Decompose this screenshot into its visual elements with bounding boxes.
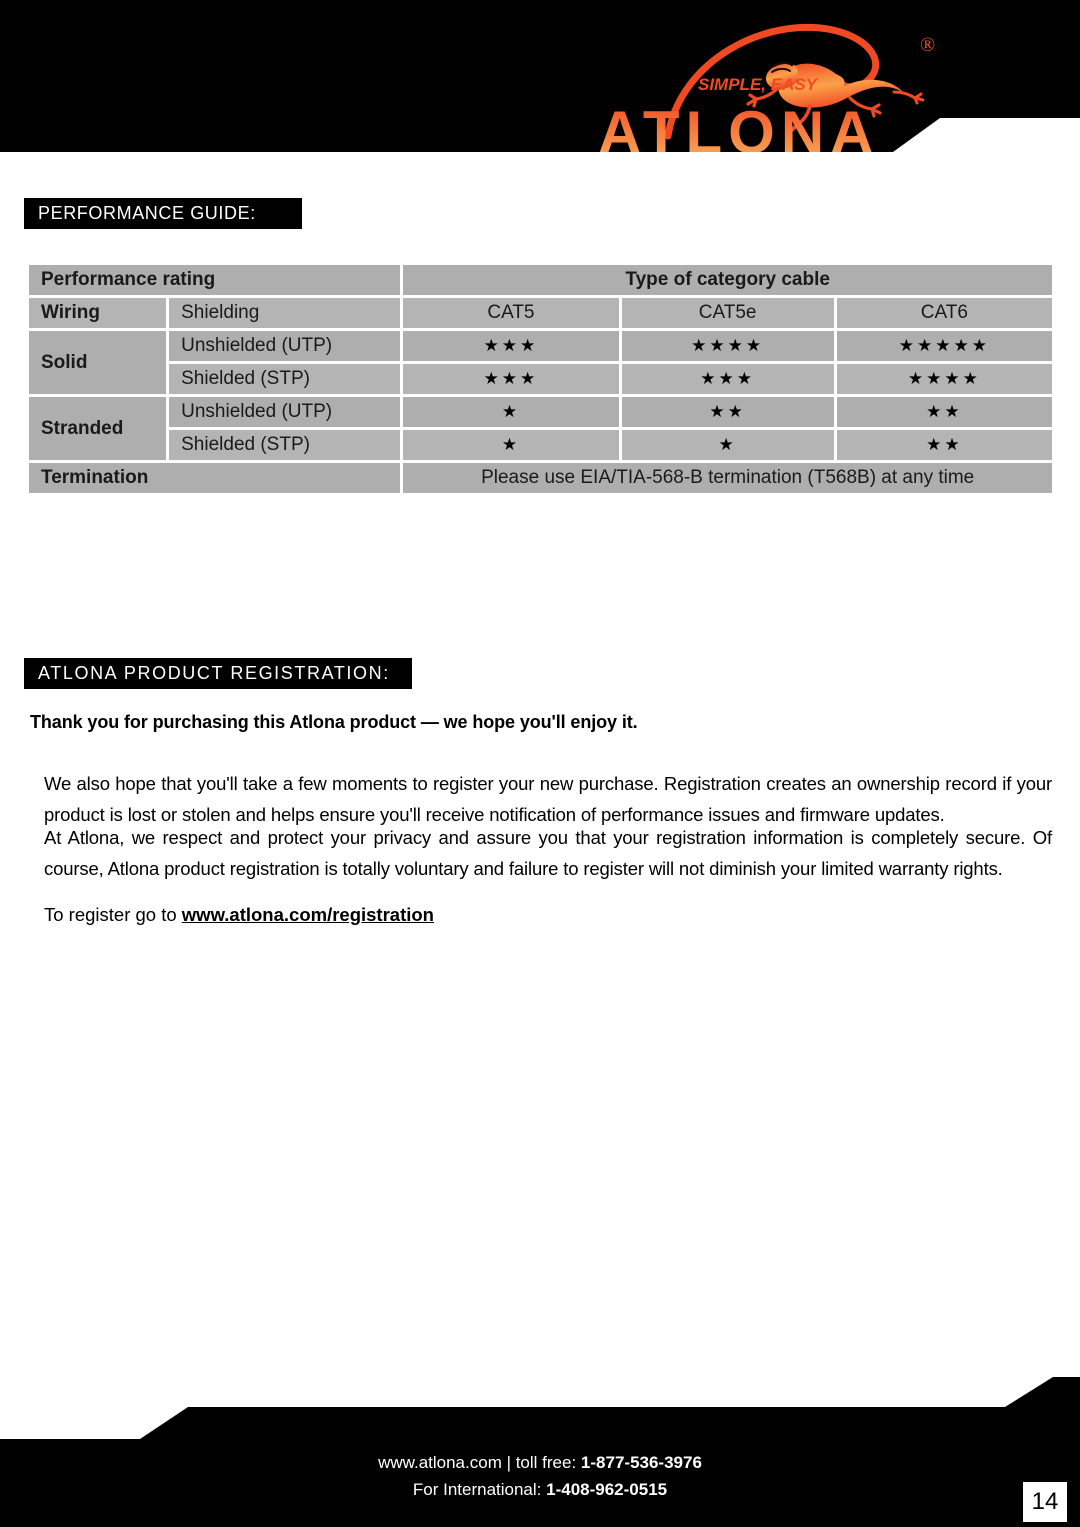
registration-url-line: To register go to www.atlona.com/registr…	[44, 904, 434, 926]
cell-termination-label: Termination	[29, 463, 401, 493]
star-rating: ★★★★	[691, 336, 765, 355]
star-rating: ★	[501, 402, 521, 421]
cell-rating-cat6: ★★★★	[836, 364, 1052, 394]
cell-rating-cat6: ★★	[836, 430, 1052, 460]
star-rating: ★	[501, 435, 521, 454]
star-rating: ★★★★★	[898, 336, 990, 355]
table-row: Shielded (STP) ★ ★ ★★	[29, 430, 1052, 460]
table-row: Termination Please use EIA/TIA-568-B ter…	[29, 463, 1052, 493]
cell-rating-cat5e: ★★	[621, 397, 834, 427]
cell-type: Unshielded (UTP)	[169, 397, 401, 427]
star-rating: ★★	[926, 435, 963, 454]
table-row: Shielded (STP) ★★★ ★★★ ★★★★	[29, 364, 1052, 394]
page-number: 14	[1023, 1482, 1067, 1522]
footer-contact-block: www.atlona.com | toll free: 1-877-536-39…	[0, 1449, 1080, 1503]
cell-type: Unshielded (UTP)	[169, 331, 401, 361]
footer-international-number: 1-408-962-0515	[546, 1480, 668, 1499]
star-rating: ★★	[709, 402, 746, 421]
cell-rating-cat5: ★★★	[403, 331, 619, 361]
cell-cat6-header: CAT6	[836, 298, 1052, 328]
registration-url-prefix: To register go to	[44, 904, 182, 925]
cell-wiring: Wiring	[29, 298, 167, 328]
cell-rating-cat5: ★★★	[403, 364, 619, 394]
logo-tagline-text: SIMPLE, EASY	[698, 75, 819, 94]
product-registration-heading: ATLONA PRODUCT REGISTRATION:	[24, 658, 412, 689]
cell-rating-cat6: ★★★★★	[836, 331, 1052, 361]
footer-line-1: www.atlona.com | toll free: 1-877-536-39…	[0, 1449, 1080, 1476]
star-rating: ★★	[926, 402, 963, 421]
registration-lede: Thank you for purchasing this Atlona pro…	[30, 712, 638, 732]
cell-rating-cat5e: ★★★★	[621, 331, 834, 361]
cell-performance-rating: Performance rating	[29, 265, 401, 295]
cell-cat5e-header: CAT5e	[621, 298, 834, 328]
performance-guide-table: Performance rating Type of category cabl…	[26, 262, 1055, 496]
footer-international-label: For International:	[412, 1480, 547, 1499]
logo-wordmark-text: ATLONA	[598, 99, 880, 152]
cell-rating-cat5: ★	[403, 430, 619, 460]
page-header-banner: SIMPLE, EASY ATLONA ®	[0, 0, 1080, 152]
star-rating: ★★★	[700, 369, 755, 388]
cell-rating-cat5e: ★	[621, 430, 834, 460]
footer-tollfree-number: 1-877-536-3976	[580, 1453, 702, 1472]
cell-cat5-header: CAT5	[403, 298, 619, 328]
star-rating: ★★★	[483, 369, 539, 388]
cell-group-stranded: Stranded	[29, 397, 167, 460]
atlona-logo: SIMPLE, EASY ATLONA	[598, 8, 988, 152]
cell-termination-value: Please use EIA/TIA-568-B termination (T5…	[403, 463, 1052, 493]
table-row: Solid Unshielded (UTP) ★★★ ★★★★ ★★★★★	[29, 331, 1052, 394]
cell-type: Shielded (STP)	[169, 364, 401, 394]
registration-paragraph-2: At Atlona, we respect and protect your p…	[44, 827, 1052, 879]
footer-line-2: For International: 1-408-962-0515	[0, 1476, 1080, 1503]
cell-rating-cat5e: ★★★	[621, 364, 834, 394]
cell-rating-cat5: ★	[403, 397, 619, 427]
registration-url-link[interactable]: www.atlona.com/registration	[182, 904, 434, 925]
table-row: Performance rating Type of category cabl…	[29, 265, 1052, 295]
star-rating: ★★★	[483, 336, 539, 355]
page-footer-banner: www.atlona.com | toll free: 1-877-536-39…	[0, 1377, 1080, 1527]
table-row: Wiring Shielding CAT5 CAT5e CAT6	[29, 298, 1052, 328]
cell-type: Shielded (STP)	[169, 430, 401, 460]
cell-rating-cat6: ★★	[836, 397, 1052, 427]
atlona-logo-svg: SIMPLE, EASY ATLONA	[598, 23, 925, 152]
performance-guide-heading: PERFORMANCE GUIDE:	[24, 198, 302, 229]
cell-category-cable: Type of category cable	[403, 265, 1052, 295]
cell-group-solid: Solid	[29, 331, 167, 394]
registered-trademark-icon: ®	[920, 34, 936, 56]
cell-shielding: Shielding	[169, 298, 401, 328]
table-row: Stranded Unshielded (UTP) ★ ★★ ★★	[29, 397, 1052, 460]
registration-paragraph-1: We also hope that you'll take a few mome…	[44, 773, 1052, 825]
footer-website-and-tollfree-label: www.atlona.com | toll free:	[378, 1453, 581, 1472]
star-rating: ★	[718, 435, 737, 454]
star-rating: ★★★★	[907, 369, 981, 388]
